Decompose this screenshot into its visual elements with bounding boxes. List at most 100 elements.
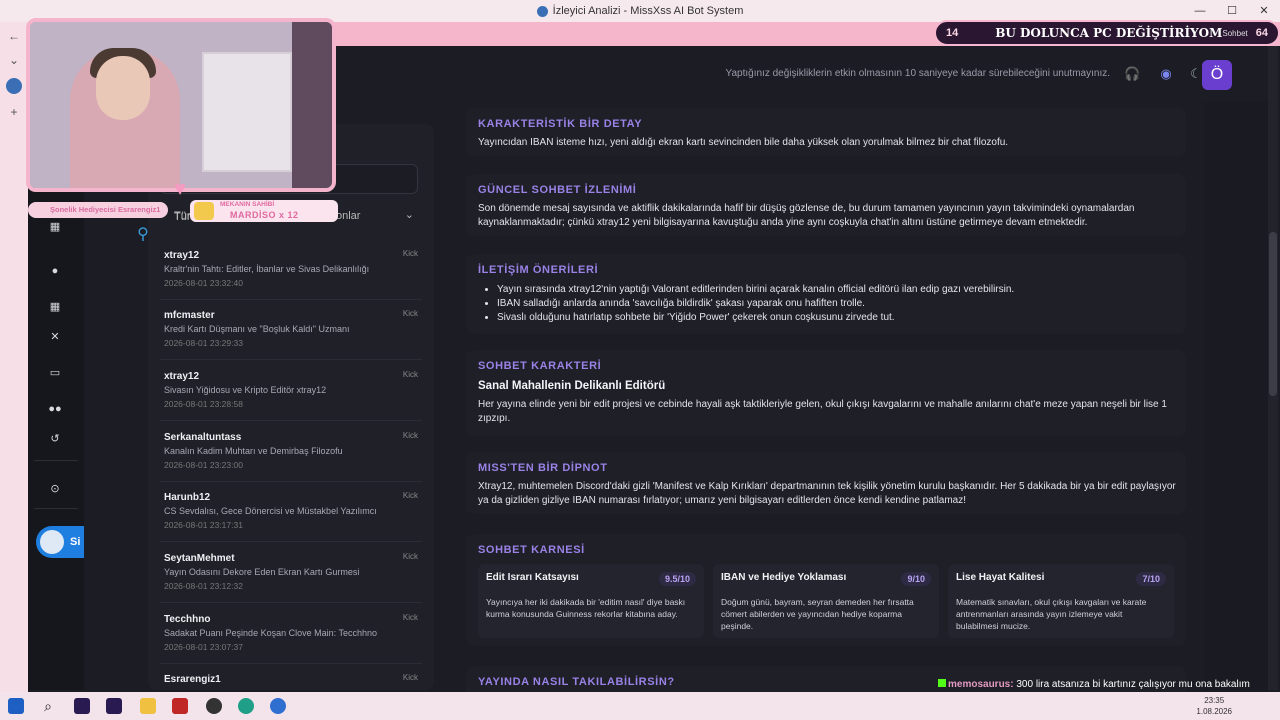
flower-decoration <box>292 22 332 188</box>
folder-icon[interactable] <box>140 698 156 714</box>
chat-message-overlay: memosaurus: 300 lira atsanıza bi kartını… <box>938 679 1258 693</box>
taskbar-clock[interactable]: 23:35 1.08.2026 <box>1196 695 1232 717</box>
session-date: 2026-08-01 23:32:40 <box>164 278 243 288</box>
users-icon[interactable]: ●● <box>48 402 62 416</box>
media-encoder-icon[interactable] <box>106 698 122 714</box>
report-card: SOHBET KARNESİ Edit Israrı Katsayısı 9.5… <box>466 534 1186 646</box>
score-value: 9.5/10 <box>658 572 696 586</box>
window-title: İzleyici Analizi - MissXss AI Bot System <box>552 5 744 17</box>
character-card: SOHBET KARAKTERİ Sanal Mahallenin Delika… <box>466 350 1186 436</box>
clock-date: 1.08.2026 <box>1196 707 1232 716</box>
session-date: 2026-08-01 23:23:00 <box>164 460 243 470</box>
watch-card: GÜNCEL SOHBET İZLENİMİ Son dönemde mesaj… <box>466 174 1186 236</box>
filter-label-suffix: onlar <box>336 210 361 222</box>
session-date: 2026-08-01 23:07:37 <box>164 642 243 652</box>
calendar-check-icon[interactable]: ▦ <box>48 300 62 314</box>
maximize-button[interactable]: ☐ <box>1216 0 1248 22</box>
app-red-icon[interactable] <box>172 698 188 714</box>
app-header: Yaptığınız değişikliklerin etkin olmasın… <box>340 46 1256 102</box>
tools-icon[interactable]: ✕ <box>48 330 62 344</box>
character-subtitle: Sanal Mahallenin Delikanlı Editörü <box>478 380 666 392</box>
score-card: Edit Israrı Katsayısı 9.5/10 Yayıncıya h… <box>478 564 704 638</box>
session-platform: Kick <box>402 249 418 258</box>
session-title: CS Sevdalısı, Gece Dönercisi ve Müstakbe… <box>164 506 377 516</box>
session-title: Kanalın Kadim Muhtarı ve Demirbaş Filozo… <box>164 446 343 456</box>
character-text: Her yayına elinde yeni bir edit projesi … <box>478 399 1167 424</box>
session-title: Sivasın Yiğidosu ve Kripto Editör xtray1… <box>164 385 327 395</box>
score-desc: Yayıncıya her iki dakikada bir 'editim n… <box>486 597 686 619</box>
edge-icon[interactable] <box>238 698 254 714</box>
session-platform: Kick <box>402 491 418 500</box>
session-platform: Kick <box>402 552 418 561</box>
minimize-button[interactable]: — <box>1184 0 1216 22</box>
character-heading: SOHBET KARAKTERİ <box>478 360 602 372</box>
windows-start-icon[interactable] <box>8 698 24 714</box>
session-item[interactable]: Serkanaltuntass Kick Kanalın Kadim Muhta… <box>160 426 422 482</box>
chrome-icon[interactable] <box>270 698 286 714</box>
rail-divider <box>34 508 78 509</box>
session-item[interactable]: Tecchhno Kick Sadakat Puanı Peşinde Koşa… <box>160 608 422 664</box>
gamepad-icon[interactable]: ⊙ <box>48 482 62 496</box>
analysis-content: KARAKTERİSTİK BİR DETAY Yayıncıdan IBAN … <box>450 102 1204 692</box>
sis-bot-button[interactable]: Si <box>36 526 84 558</box>
top-gifter-badge: Şonelik Hediyecisi Esrarengiz1 <box>28 202 168 218</box>
premiere-icon[interactable] <box>74 698 90 714</box>
plus-icon[interactable]: + <box>6 104 22 120</box>
search-icon[interactable]: ⌕ <box>40 698 56 714</box>
tip-item: IBAN salladığı anlarda anında 'savcılığa… <box>497 297 1014 311</box>
tip-item: Yayın sırasında xtray12'nin yaptığı Valo… <box>497 283 1014 297</box>
tip-item: Sivaslı olduğunu hatırlatıp sohbete bir … <box>497 311 1014 325</box>
window-controls: — ☐ ✕ <box>1184 0 1280 22</box>
top-donor-badge: MEKANIN SAHİBİ MARDİSO x 12 <box>190 200 338 222</box>
session-item[interactable]: xtray12 Kick Kraltr'nin Tahtı: Editler, … <box>160 244 422 300</box>
cloud-icon[interactable]: ● <box>48 264 62 278</box>
headset-icon[interactable]: 🎧 <box>1124 66 1140 82</box>
app-tab-icon[interactable] <box>6 78 22 94</box>
session-platform: Kick <box>402 370 418 379</box>
session-user: Esrarengiz1 <box>164 674 221 685</box>
session-title: Sadakat Puanı Peşinde Koşan Clove Main: … <box>164 628 377 638</box>
score-card: IBAN ve Hediye Yoklaması 9/10 Doğum günü… <box>713 564 939 638</box>
detail-heading: KARAKTERİSTİK BİR DETAY <box>478 118 643 130</box>
heart-icon: ♥ <box>174 178 186 200</box>
divider <box>160 481 422 482</box>
discord-icon[interactable]: ◉ <box>1158 66 1174 82</box>
join-heading: YAYINDA NASIL TAKILABİLİRSİN? <box>478 676 675 688</box>
session-item[interactable]: xtray12 Kick Sivasın Yiğidosu ve Kripto … <box>160 365 422 421</box>
scrollbar-thumb[interactable] <box>1269 232 1277 396</box>
tips-heading: İLETİŞİM ÖNERİLERİ <box>478 264 599 276</box>
session-item[interactable]: mfcmaster Kick Kredi Kartı Düşmanı ve "B… <box>160 304 422 360</box>
divider <box>160 359 422 360</box>
score-title: Edit Israrı Katsayısı <box>486 572 579 583</box>
session-item[interactable]: SeytanMehmet Kick Yayın Odasını Dekore E… <box>160 547 422 603</box>
score-value: 7/10 <box>1136 572 1166 586</box>
windows-taskbar: ⌕ 23:35 1.08.2026 <box>0 692 1280 720</box>
score-value: 9/10 <box>901 572 931 586</box>
score-title: Lise Hayat Kalitesi <box>956 572 1045 583</box>
divider <box>160 299 422 300</box>
avatar-button[interactable]: Ö <box>1202 60 1232 90</box>
session-platform: Kick <box>402 613 418 622</box>
id-card-icon[interactable]: ▭ <box>48 366 62 380</box>
goal-current: 14 <box>946 27 959 39</box>
crown-icon <box>194 202 214 220</box>
close-button[interactable]: ✕ <box>1248 0 1280 22</box>
history-icon[interactable]: ↺ <box>48 432 62 446</box>
session-title: Yayın Odasını Dekore Eden Ekran Kartı Gu… <box>164 567 360 577</box>
webcam-overlay <box>26 18 336 192</box>
session-date: 2026-08-01 23:29:33 <box>164 338 243 348</box>
chevron-down-icon[interactable]: ⌄ <box>6 52 22 68</box>
score-card: Lise Hayat Kalitesi 7/10 Matematik sınav… <box>948 564 1174 638</box>
divider <box>160 541 422 542</box>
pc-case-image <box>202 52 292 172</box>
session-item[interactable]: Esrarengiz1 Kick <box>160 668 422 690</box>
score-desc: Matematik sınavları, okul çıkışı kavgala… <box>956 597 1147 631</box>
obs-icon[interactable] <box>206 698 222 714</box>
app-icon <box>536 5 548 17</box>
session-item[interactable]: Harunb12 Kick CS Sevdalısı, Gece Dönerci… <box>160 486 422 542</box>
back-arrow-icon[interactable]: ← <box>6 28 22 44</box>
calendar-icon[interactable]: ▦ <box>48 220 62 234</box>
rail-divider <box>34 460 78 461</box>
session-platform: Kick <box>402 673 418 682</box>
top-donor-name: MARDİSO x 12 <box>230 210 299 220</box>
